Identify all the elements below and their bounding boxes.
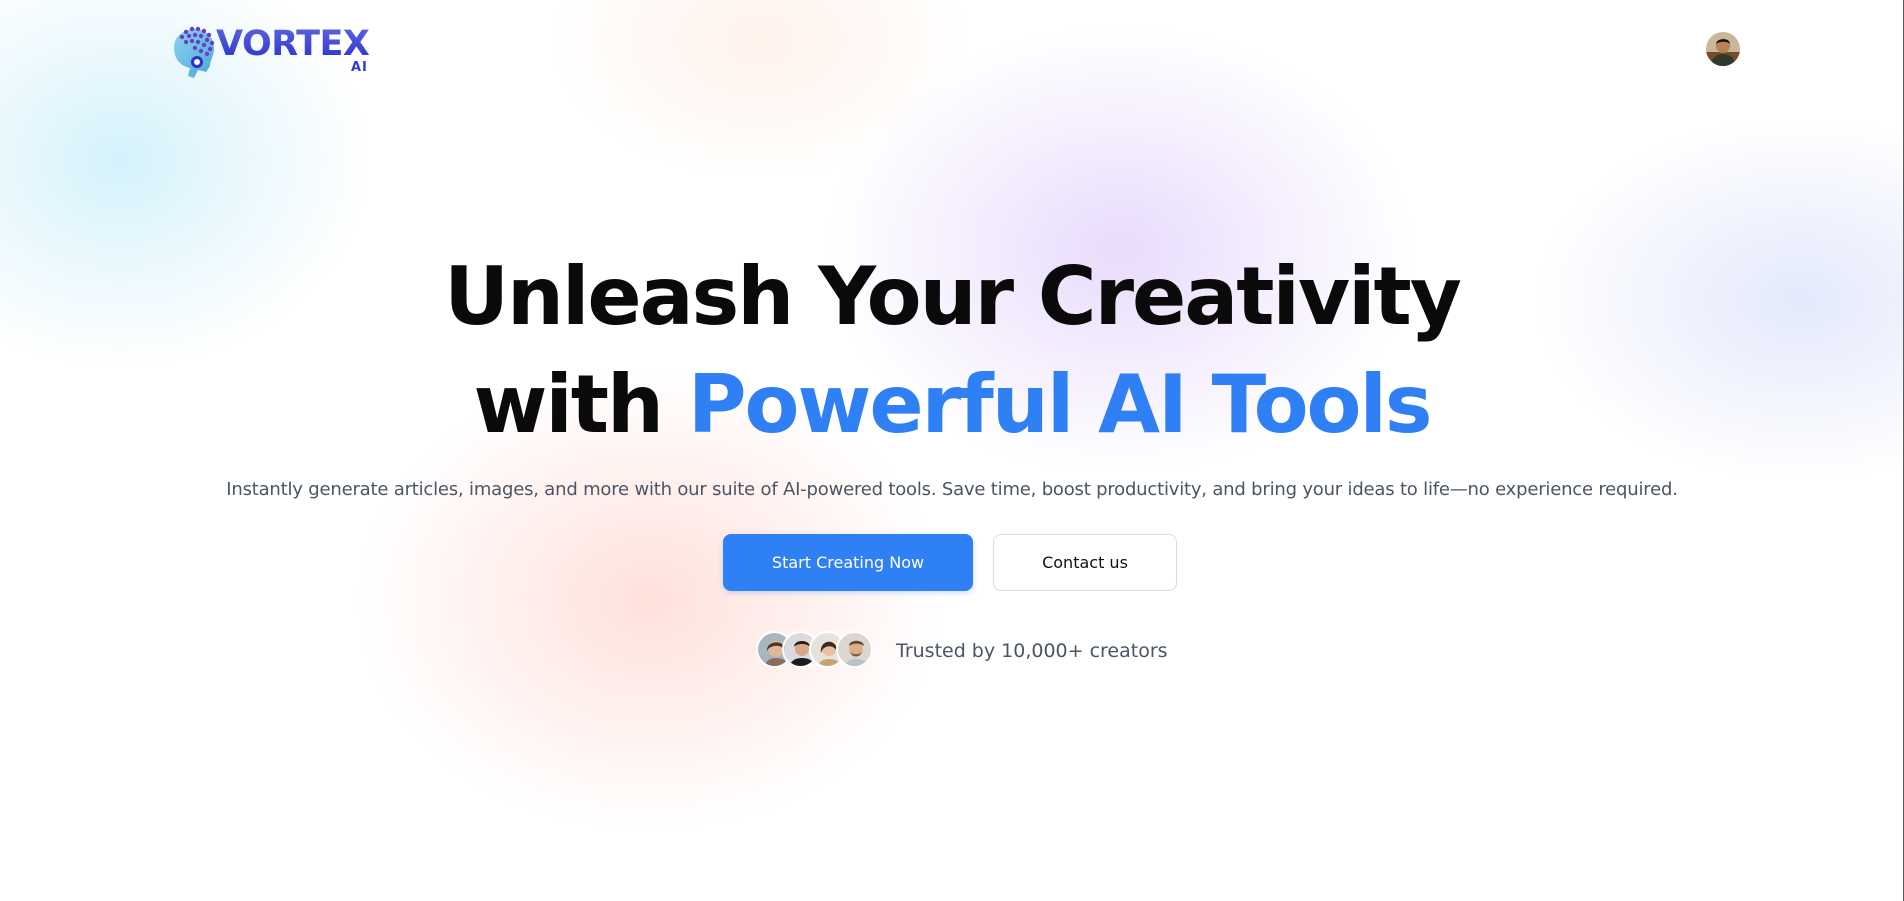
contact-us-button[interactable]: Contact us [993,534,1177,591]
hero-title-prefix: with [473,358,664,451]
logo-subtext: AI [351,60,368,75]
hero-title-line-2: with Powerful AI Tools [0,351,1904,459]
trust-row: Trusted by 10,000+ creators [756,631,1176,671]
hero-title-line-1: Unleash Your Creativity [444,250,1462,343]
logo-wordmark: VORTEX [216,24,370,64]
hero-title: Unleash Your Creativity with Powerful AI… [0,243,1904,459]
start-creating-button[interactable]: Start Creating Now [723,534,973,591]
creator-avatars [756,631,876,671]
user-avatar-icon [1706,32,1740,66]
logo[interactable]: VORTEX AI [166,22,376,80]
user-avatar[interactable] [1706,32,1740,66]
creator-avatar-4 [836,631,873,668]
hero-title-accent: Powerful AI Tools [687,358,1433,451]
trust-text: Trusted by 10,000+ creators [896,640,1168,662]
brain-head-icon [174,26,215,78]
hero-subtitle: Instantly generate articles, images, and… [226,479,1678,500]
